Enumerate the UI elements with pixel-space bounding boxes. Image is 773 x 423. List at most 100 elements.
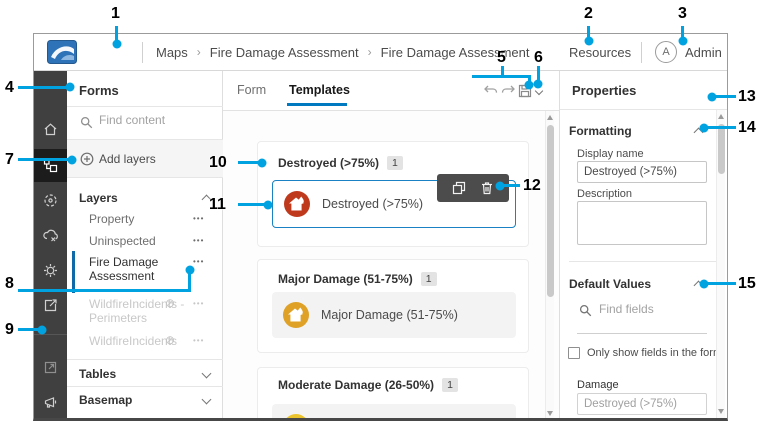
home-icon — [44, 123, 57, 136]
add-circle-icon — [80, 152, 94, 166]
breadcrumb: Maps › Fire Damage Assessment › Fire Dam… — [156, 34, 529, 70]
damage-default-value-input[interactable] — [577, 393, 707, 415]
group-title: Destroyed (>75%) — [278, 156, 380, 170]
group-header: Major Damage (51-75%) 1 — [278, 272, 437, 286]
scroll-down-arrow[interactable] — [547, 411, 553, 416]
scrollbar-thumb[interactable] — [718, 124, 725, 174]
tab-form[interactable]: Form — [237, 83, 266, 97]
scrollbar-thumb[interactable] — [547, 125, 554, 297]
layers-section-header[interactable]: Layers — [79, 191, 118, 205]
nav-settings-button[interactable] — [34, 254, 67, 287]
app-header: Maps › Fire Damage Assessment › Fire Dam… — [34, 34, 727, 71]
nav-geofences-button[interactable] — [34, 184, 67, 217]
layer-label: Property — [89, 212, 135, 226]
callout-2-line — [587, 26, 590, 37]
nav-collapse-button[interactable]: » — [34, 419, 67, 421]
callout-7-dot — [67, 155, 77, 165]
offline-cloud-icon — [42, 229, 58, 242]
megaphone-icon — [44, 397, 57, 408]
group-count-badge: 1 — [387, 156, 403, 170]
header-divider — [641, 42, 642, 63]
layer-label: Fire Damage Assessment — [89, 255, 159, 283]
chevron-down-icon[interactable] — [201, 368, 212, 379]
layer-options-menu[interactable]: ••• — [193, 257, 204, 266]
no-form-icon: ⊘ — [165, 296, 176, 310]
find-fields-input[interactable] — [599, 302, 699, 316]
add-layers-button[interactable]: Add layers — [67, 140, 223, 178]
properties-title: Properties — [572, 83, 637, 98]
search-input[interactable] — [99, 113, 214, 127]
add-layers-label: Add layers — [99, 152, 156, 166]
find-content-search[interactable] — [67, 107, 223, 139]
callout-1-line — [115, 26, 118, 40]
display-name-input[interactable] — [577, 161, 707, 183]
template-card-major[interactable]: Major Damage (51-75%) — [272, 292, 516, 338]
callout-6-dot — [533, 79, 543, 89]
gear-icon — [44, 264, 57, 277]
screenshot-page: Maps › Fire Damage Assessment › Fire Dam… — [0, 0, 773, 423]
nav-open-in-map-viewer-button[interactable] — [34, 351, 67, 384]
nav-sharing-button[interactable] — [34, 289, 67, 322]
avatar[interactable]: A — [655, 41, 677, 63]
basemap-section-header[interactable]: Basemap — [79, 393, 132, 407]
resources-menu[interactable]: Resources — [569, 34, 631, 70]
redo-icon[interactable] — [500, 83, 516, 99]
destroyed-symbol-icon — [284, 191, 310, 217]
chevron-down-icon[interactable] — [201, 394, 212, 405]
description-input[interactable] — [577, 201, 707, 245]
geofences-icon — [44, 194, 57, 207]
layer-options-menu[interactable]: ••• — [193, 336, 204, 345]
scroll-up-arrow[interactable] — [718, 114, 724, 119]
undo-icon[interactable] — [483, 83, 499, 99]
active-tab-indicator — [287, 103, 347, 106]
layer-options-menu[interactable]: ••• — [193, 236, 204, 245]
callout-1: 1 — [111, 5, 120, 22]
layer-options-menu[interactable]: ••• — [193, 214, 204, 223]
side-navigation: » — [34, 71, 67, 421]
breadcrumb-separator: › — [367, 45, 372, 59]
display-name-label: Display name — [577, 148, 644, 160]
major-damage-symbol-icon — [283, 302, 309, 328]
nav-forms-button[interactable] — [34, 149, 67, 182]
callout-14-line — [707, 126, 736, 129]
tab-templates[interactable]: Templates — [289, 83, 350, 97]
layer-options-menu[interactable]: ••• — [193, 299, 204, 308]
template-label: Moderate Damage (26-50%) — [321, 420, 479, 421]
breadcrumb-map-name[interactable]: Fire Damage Assessment — [210, 45, 359, 60]
user-menu[interactable]: Admin — [685, 34, 722, 70]
only-show-fields-checkbox[interactable] — [568, 347, 580, 359]
forms-panel-title: Forms — [79, 83, 119, 98]
layer-label: Uninspected — [89, 234, 156, 248]
formatting-section-header[interactable]: Formatting — [569, 124, 632, 138]
nav-offline-button[interactable] — [34, 219, 67, 252]
template-card-moderate[interactable]: Moderate Damage (26-50%) — [272, 404, 516, 421]
divider — [560, 109, 727, 110]
callout-15-line — [707, 282, 736, 285]
callout-5-dot — [524, 80, 534, 90]
callout-12-line — [504, 184, 520, 187]
breadcrumb-maps[interactable]: Maps — [156, 45, 188, 60]
callout-8-dot — [185, 265, 195, 275]
forms-panel: Forms Add layers Layers Property ••• Uni… — [67, 71, 223, 418]
callout-6: 6 — [534, 49, 543, 66]
callout-3-dot — [678, 36, 688, 46]
properties-scrollbar[interactable] — [716, 110, 725, 418]
tables-section-header[interactable]: Tables — [79, 367, 116, 381]
scroll-up-arrow[interactable] — [547, 115, 553, 120]
open-in-new-icon — [44, 361, 57, 374]
callout-7: 7 — [5, 151, 14, 168]
template-label: Destroyed (>75%) — [322, 197, 424, 211]
default-values-section-header[interactable]: Default Values — [569, 277, 651, 291]
nav-feedback-button[interactable] — [34, 386, 67, 418]
callout-8: 8 — [5, 275, 14, 292]
layer-label: WildfireIncidents - Perimeters — [89, 297, 185, 325]
moderate-damage-symbol-icon — [283, 414, 309, 418]
scroll-down-arrow[interactable] — [718, 409, 724, 414]
search-underline — [577, 333, 707, 334]
breadcrumb-form-name: Fire Damage Assessment — [380, 44, 530, 60]
search-icon — [579, 304, 592, 317]
delete-icon[interactable] — [480, 181, 494, 195]
canvas-scrollbar[interactable] — [545, 111, 554, 418]
duplicate-icon[interactable] — [452, 181, 466, 195]
nav-home-button[interactable] — [34, 113, 67, 146]
